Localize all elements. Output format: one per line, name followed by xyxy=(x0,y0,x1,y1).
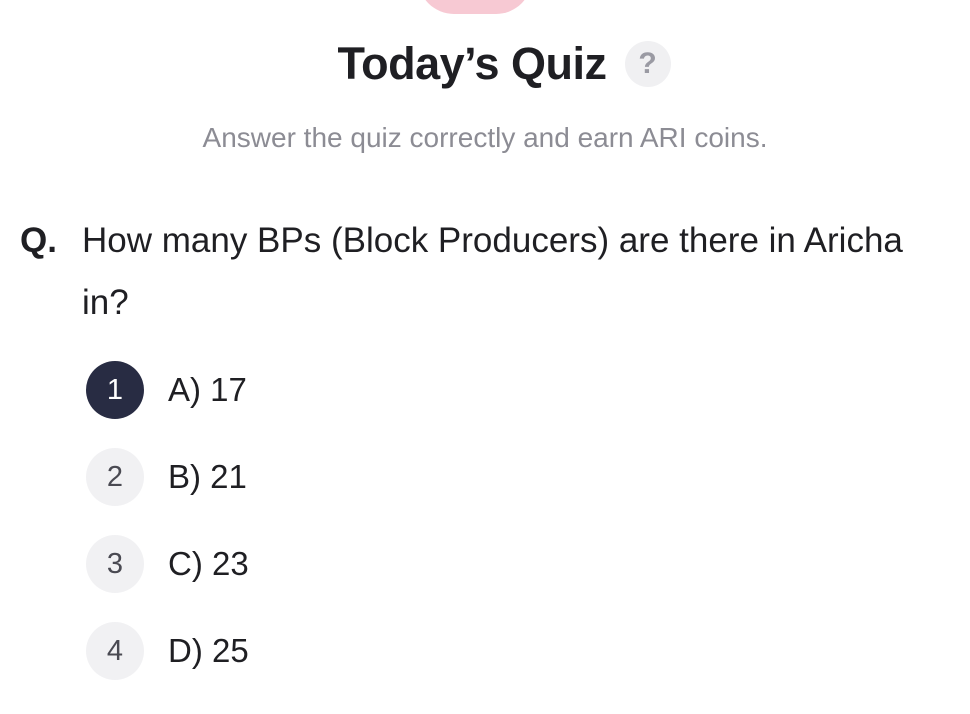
answer-option-4[interactable]: 4 D) 25 xyxy=(86,621,926,681)
option-label: D) 25 xyxy=(168,632,249,669)
option-number-badge: 2 xyxy=(86,448,144,506)
option-label: B) 21 xyxy=(168,458,247,495)
answer-options: 1 A) 17 2 B) 21 3 C) 23 4 D) 25 xyxy=(86,360,926,708)
option-label: A) 17 xyxy=(168,371,247,408)
page-title: Today’s Quiz xyxy=(337,38,607,89)
option-number-badge: 1 xyxy=(86,361,144,419)
question-block: Q. How many BPs (Block Producers) are th… xyxy=(20,210,950,334)
option-number-badge: 4 xyxy=(86,622,144,680)
option-label: C) 23 xyxy=(168,545,249,582)
answer-option-3[interactable]: 3 C) 23 xyxy=(86,534,926,594)
quiz-subtitle: Answer the quiz correctly and earn ARI c… xyxy=(202,122,768,153)
help-question-icon[interactable]: ? xyxy=(624,41,671,87)
answer-option-2[interactable]: 2 B) 21 xyxy=(86,447,926,507)
top-decoration xyxy=(418,0,532,14)
question-prefix: Q. xyxy=(20,221,57,260)
question-text: How many BPs (Block Producers) are there… xyxy=(82,221,903,322)
option-number-badge: 3 xyxy=(86,535,144,593)
answer-option-1[interactable]: 1 A) 17 xyxy=(86,360,926,420)
quiz-header: Today’s Quiz ? xyxy=(0,38,970,90)
